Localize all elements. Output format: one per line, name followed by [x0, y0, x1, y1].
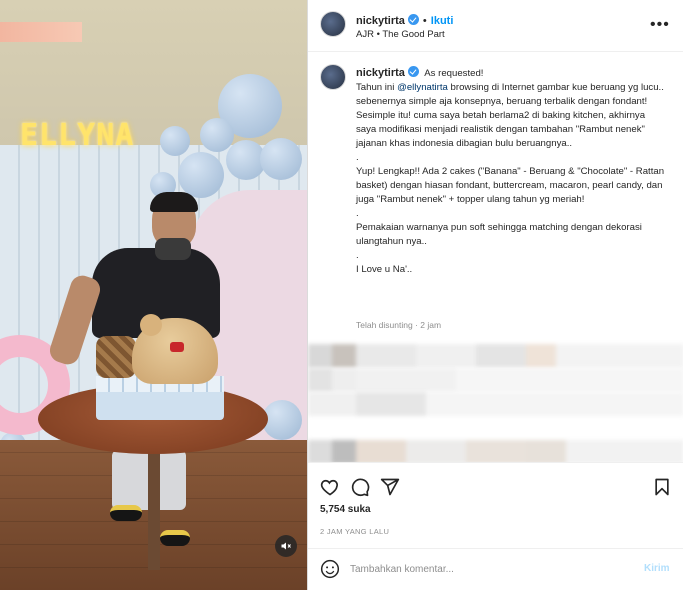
person-sandal: [110, 505, 142, 521]
avatar[interactable]: [320, 11, 346, 37]
post-details-panel: nickytirta • Ikuti AJR • The Good Part •••…: [307, 0, 683, 590]
caption-dot: .: [356, 208, 359, 219]
table-leg: [148, 450, 160, 570]
bookmark-icon-glyph: [655, 478, 669, 496]
caption-text: Tahun ini: [356, 82, 398, 93]
blurred-comment: [308, 368, 683, 392]
caption-paragraph: I Love u Na'..: [356, 264, 413, 275]
caption-first-line: nickytirta As requested!: [356, 66, 666, 81]
edited-timestamp: Telah disunting · 2 jam: [356, 320, 442, 330]
verified-badge-icon: [407, 14, 419, 25]
balloon: [160, 126, 190, 156]
caption-paragraph: Yup! Lengkap!! Ada 2 cakes ("Banana" - B…: [356, 166, 665, 205]
emoji-icon-glyph: [320, 559, 340, 579]
follow-button[interactable]: Ikuti: [431, 15, 454, 27]
post-time[interactable]: 2 JAM YANG LALU: [320, 527, 389, 536]
caption-paragraph: sebenernya simple aja konsepnya, beruang…: [356, 96, 648, 149]
caption-username[interactable]: nickytirta: [356, 67, 405, 79]
share-icon-glyph: [380, 478, 400, 496]
blurred-comment: [308, 440, 683, 462]
comment-icon-glyph: [351, 478, 370, 497]
heart-icon-glyph: [320, 479, 338, 496]
speaker-muted-icon-glyph: [281, 542, 291, 550]
header-username[interactable]: nickytirta: [356, 15, 405, 27]
balloon: [178, 152, 224, 198]
avatar[interactable]: [320, 64, 346, 90]
caption-first-text: As requested!: [424, 68, 484, 79]
post-actions: [308, 462, 683, 497]
emoji-icon[interactable]: [320, 559, 340, 579]
video-scene-pink-sign: [0, 22, 82, 42]
person-sandal: [160, 530, 190, 546]
balloon: [200, 118, 234, 152]
caption-text: browsing di Internet gambar kue beruang …: [447, 82, 664, 93]
header-separator: •: [422, 15, 427, 27]
person-mask: [155, 238, 191, 260]
cake-bear-ear: [140, 314, 162, 336]
caption-dot: .: [356, 152, 359, 163]
post-video[interactable]: ELLYNA: [0, 0, 307, 590]
comment-input[interactable]: [350, 560, 630, 578]
balloon: [262, 400, 302, 440]
bookmark-icon[interactable]: [652, 477, 672, 497]
mention-link[interactable]: @ellynatirta: [397, 82, 448, 93]
caption-dot: .: [356, 250, 359, 261]
person-hair: [150, 192, 198, 212]
comment-form: Kirim: [308, 548, 683, 590]
post-modal: ELLYNA nickytirta • Ikuti AJR • The Good…: [0, 0, 683, 590]
blurred-comment: [308, 392, 683, 416]
post-comment-button[interactable]: Kirim: [644, 563, 670, 574]
cake-basket: [96, 336, 136, 378]
caption: nickytirta As requested! Tahun ini @elly…: [356, 66, 666, 277]
verified-badge-icon: [407, 66, 419, 77]
caption-paragraph: Tahun ini @ellynatirta browsing di Inter…: [356, 81, 666, 95]
neon-sign-text: ELLYNA: [20, 118, 135, 153]
header-user-line: nickytirta • Ikuti: [356, 11, 453, 29]
comment-icon[interactable]: [350, 477, 370, 497]
heart-icon[interactable]: [320, 477, 340, 497]
music-label[interactable]: AJR • The Good Part: [356, 29, 445, 40]
caption-paragraph: Pemakaian warnanya pun soft sehingga mat…: [356, 222, 642, 247]
comments-section[interactable]: nickytirta As requested! Tahun ini @elly…: [308, 52, 683, 462]
like-count[interactable]: 5,754 suka: [320, 504, 371, 515]
blurred-comment: [308, 344, 683, 368]
share-icon[interactable]: [380, 477, 400, 497]
balloon: [260, 138, 302, 180]
more-options-icon[interactable]: •••: [650, 16, 670, 34]
cake-bow: [170, 342, 184, 352]
speaker-muted-icon[interactable]: [275, 535, 297, 557]
post-header: nickytirta • Ikuti AJR • The Good Part •••: [308, 0, 683, 52]
